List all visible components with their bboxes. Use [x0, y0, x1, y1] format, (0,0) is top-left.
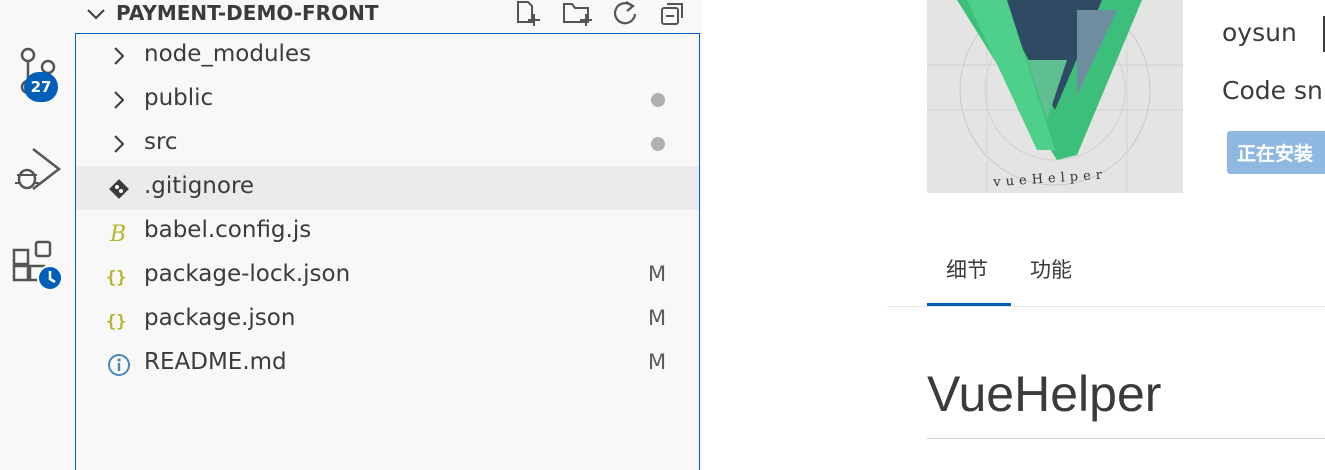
svg-text:{}: {} — [106, 312, 126, 332]
tree-item-label: .gitignore — [144, 173, 255, 199]
tree-item-label: public — [144, 85, 214, 111]
explorer-actions — [514, 0, 688, 28]
svg-text:{}: {} — [106, 268, 126, 288]
explorer-section-header[interactable]: PAYMENT-DEMO-FRONT — [75, 0, 702, 32]
chevron-right-icon — [112, 44, 126, 72]
new-file-icon[interactable] — [514, 0, 544, 28]
refresh-icon[interactable] — [610, 0, 640, 28]
extension-details: vueHelper oysun Code sn 正在安装 细节 功能 VueHe… — [702, 0, 1325, 470]
explorer-file-tree: node_modules public src .gitignore B bab… — [75, 33, 700, 470]
tree-item-node-modules[interactable]: node_modules — [76, 34, 699, 78]
tree-item-label: README.md — [144, 349, 287, 375]
json-file-icon: {} — [106, 264, 132, 290]
tree-item-label: babel.config.js — [144, 217, 312, 243]
git-file-icon — [106, 176, 132, 202]
tree-item-label: package.json — [144, 305, 296, 331]
tab-features[interactable]: 功能 — [1030, 254, 1072, 284]
tree-item-package-json[interactable]: {} package.json M — [76, 298, 699, 342]
chevron-right-icon — [112, 132, 126, 160]
git-status-modified: M — [648, 262, 667, 286]
git-status-modified: M — [648, 306, 667, 330]
readme-title: VueHelper — [927, 366, 1162, 422]
readme-title-rule — [927, 438, 1325, 439]
chevron-right-icon — [112, 88, 126, 116]
modified-dot-icon — [651, 137, 665, 151]
tree-item-package-lock[interactable]: {} package-lock.json M — [76, 254, 699, 298]
run-debug-icon[interactable] — [0, 138, 75, 198]
source-control-badge: 27 — [24, 72, 58, 102]
extension-tabs: 细节 功能 — [887, 240, 1325, 307]
tree-item-label: package-lock.json — [144, 261, 351, 287]
collapse-all-icon[interactable] — [658, 0, 688, 28]
installing-button[interactable]: 正在安装 — [1227, 131, 1325, 174]
tree-item-src[interactable]: src — [76, 122, 699, 166]
tree-item-babel-config[interactable]: B babel.config.js — [76, 210, 699, 254]
tree-item-public[interactable]: public — [76, 78, 699, 122]
activity-bar: 27 — [0, 0, 75, 470]
babel-file-icon: B — [106, 220, 132, 246]
active-tab-indicator — [927, 303, 1011, 306]
tab-details[interactable]: 细节 — [946, 254, 988, 284]
new-folder-icon[interactable] — [562, 0, 592, 28]
json-file-icon: {} — [106, 308, 132, 334]
git-status-modified: M — [648, 350, 667, 374]
modified-dot-icon — [651, 93, 665, 107]
tree-item-label: src — [144, 129, 178, 155]
tree-item-readme[interactable]: README.md M — [76, 342, 699, 386]
explorer-panel: PAYMENT-DEMO-FRONT node_modules public s… — [75, 0, 702, 470]
extensions-timeline-icon[interactable] — [0, 236, 75, 296]
svg-text:B: B — [109, 222, 126, 246]
chevron-down-icon — [85, 4, 107, 28]
extension-description: Code sn — [1222, 76, 1323, 105]
extension-logo: vueHelper — [927, 0, 1183, 193]
info-icon — [106, 352, 132, 378]
tree-item-label: node_modules — [144, 41, 312, 67]
explorer-section-title: PAYMENT-DEMO-FRONT — [116, 1, 379, 25]
extension-author[interactable]: oysun — [1222, 18, 1297, 47]
tree-item-gitignore[interactable]: .gitignore — [76, 166, 699, 210]
